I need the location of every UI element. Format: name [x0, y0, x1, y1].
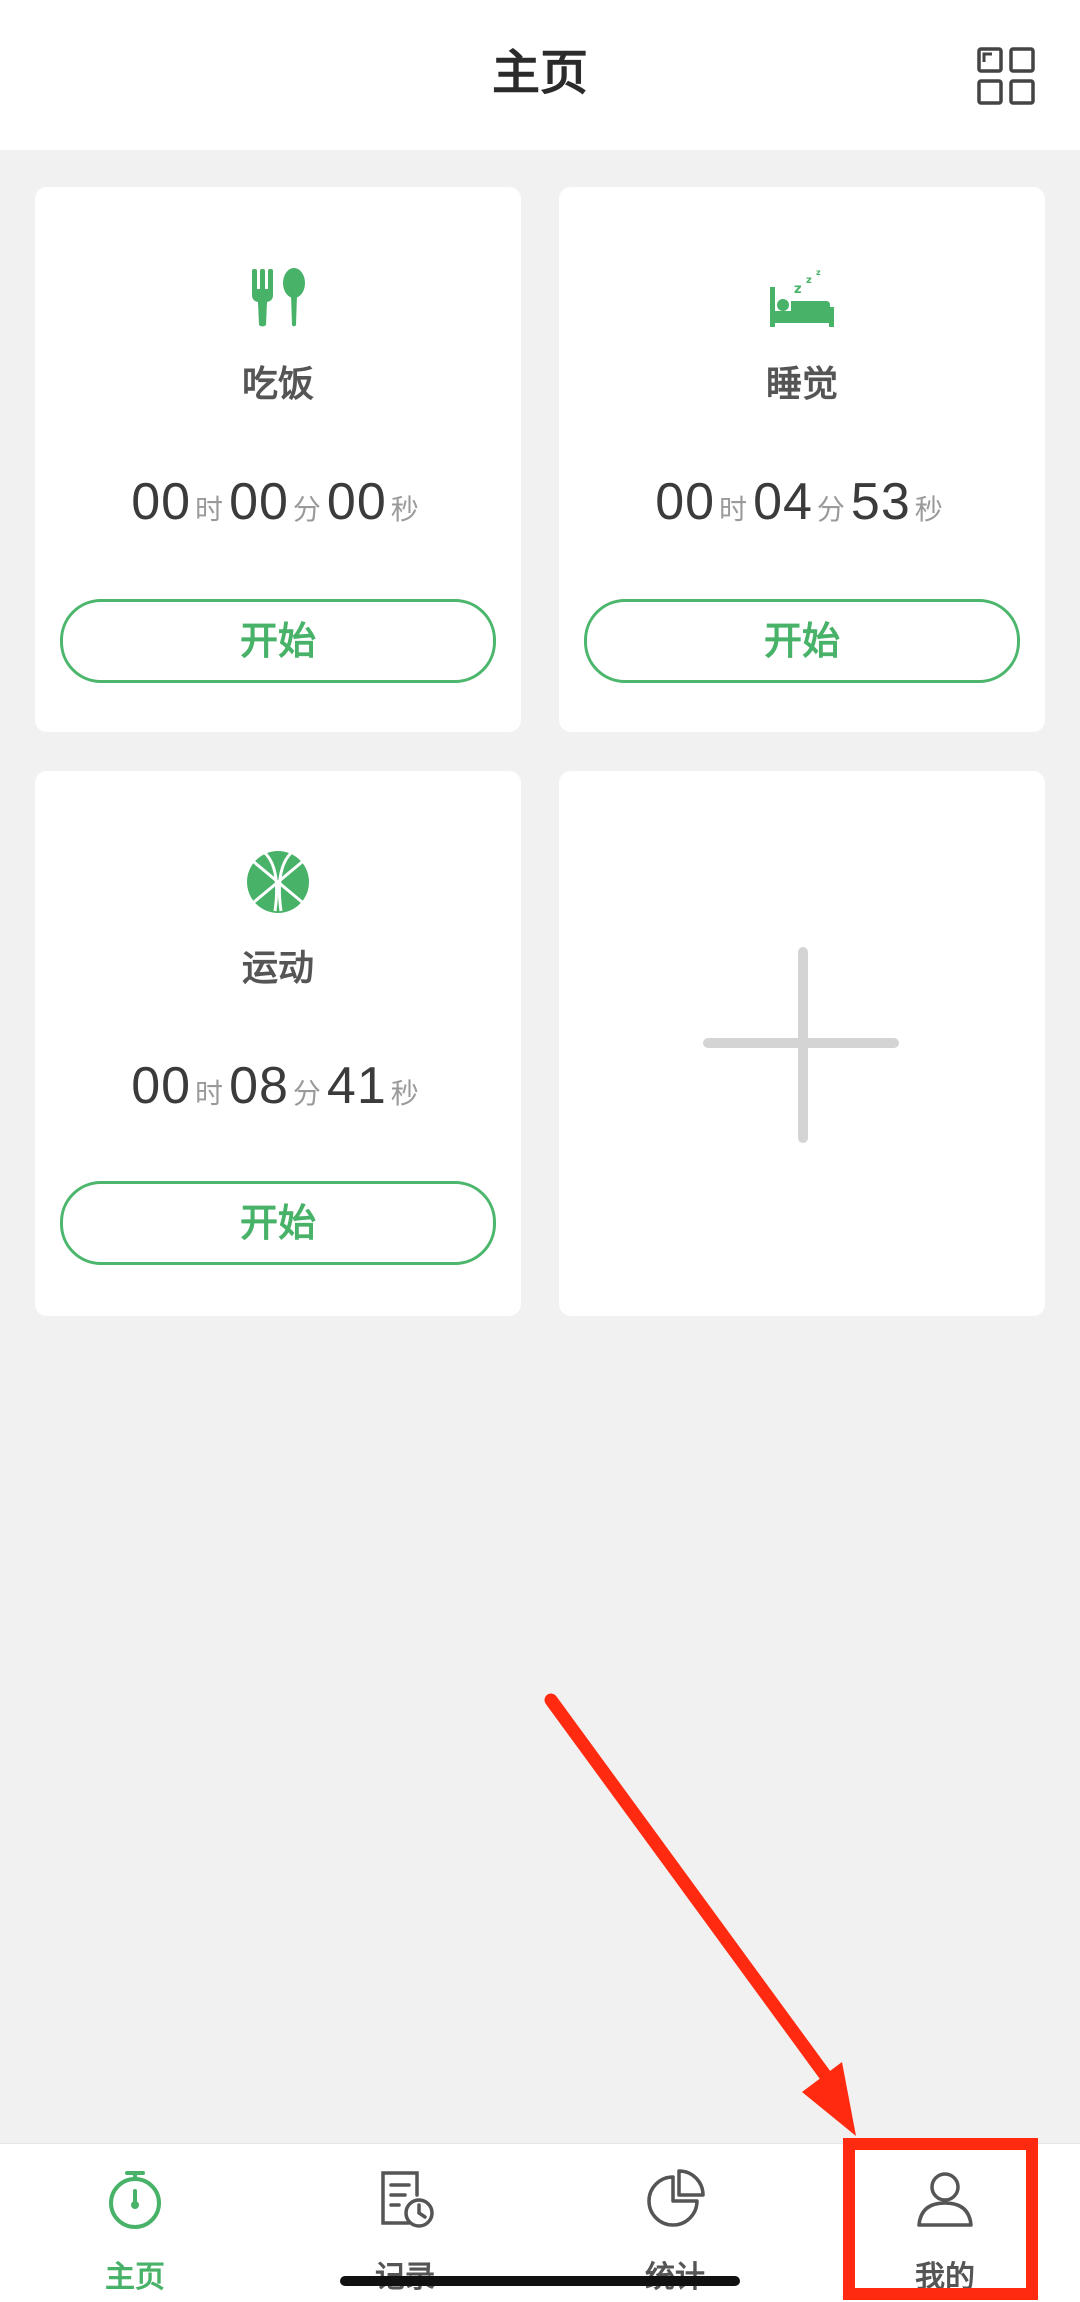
hour-unit: 时: [195, 1077, 224, 1110]
header-bar: 主页: [0, 0, 1080, 150]
minute-unit: 分: [292, 1077, 321, 1110]
second-unit: 秒: [390, 1077, 419, 1110]
activity-timer: 00 时 08 分 41 秒: [35, 1056, 521, 1116]
activity-card-sport: 运动 00 时 08 分 41 秒 开始: [35, 771, 521, 1316]
start-button[interactable]: 开始: [60, 599, 496, 683]
timer-hours: 00: [131, 1057, 192, 1115]
activity-timer: 00 时 00 分 00 秒: [35, 472, 521, 532]
minute-unit: 分: [816, 493, 845, 526]
activity-card-sleep: z z z 睡觉 00 时 04 分 53 秒 开始: [559, 187, 1045, 732]
svg-text:z: z: [806, 275, 812, 286]
annotation-arrow: [544, 1693, 843, 2097]
activity-label: 吃饭: [241, 364, 314, 405]
timer-seconds: 53: [850, 473, 911, 531]
activity-card-eat: 吃饭 00 时 00 分 00 秒 开始: [35, 187, 521, 732]
tab-label: 主页: [105, 2260, 165, 2295]
timer-hours: 00: [655, 473, 716, 531]
record-icon: [373, 2167, 437, 2231]
page-title: 主页: [491, 45, 588, 101]
start-button[interactable]: 开始: [60, 1181, 496, 1265]
tab-home[interactable]: 主页: [0, 2144, 270, 2302]
tab-label: 统计: [540, 2252, 810, 2296]
hour-unit: 时: [195, 493, 224, 526]
basketball-icon: [245, 849, 311, 915]
tab-mine[interactable]: 我的: [810, 2144, 1080, 2302]
grid-icon[interactable]: [976, 46, 1036, 106]
fork-spoon-icon: [246, 265, 310, 329]
timer-hours: 00: [131, 473, 192, 531]
home-indicator: [340, 2276, 740, 2286]
sleep-bed-icon: z z z: [768, 265, 836, 329]
timer-minutes: 04: [753, 473, 813, 531]
user-icon: [913, 2167, 977, 2231]
tab-label: 记录: [270, 2252, 540, 2296]
tab-label: 我的: [915, 2260, 975, 2295]
plus-icon-bar: [703, 1038, 899, 1048]
svg-text:z: z: [794, 282, 802, 297]
second-unit: 秒: [390, 493, 419, 526]
second-unit: 秒: [914, 493, 943, 526]
start-button[interactable]: 开始: [584, 599, 1020, 683]
hour-unit: 时: [719, 493, 748, 526]
timer-seconds: 41: [326, 1057, 387, 1115]
pie-chart-icon: [643, 2167, 707, 2231]
activity-label: 运动: [241, 948, 314, 989]
timer-minutes: 00: [229, 473, 289, 531]
minute-unit: 分: [292, 493, 321, 526]
timer-minutes: 08: [229, 1057, 289, 1115]
timer-seconds: 00: [326, 473, 387, 531]
annotation-arrow-head: [802, 2062, 856, 2136]
stopwatch-icon: [103, 2167, 167, 2231]
activity-label: 睡觉: [765, 364, 838, 405]
svg-text:z: z: [816, 268, 821, 277]
activity-timer: 00 时 04 分 53 秒: [559, 472, 1045, 532]
